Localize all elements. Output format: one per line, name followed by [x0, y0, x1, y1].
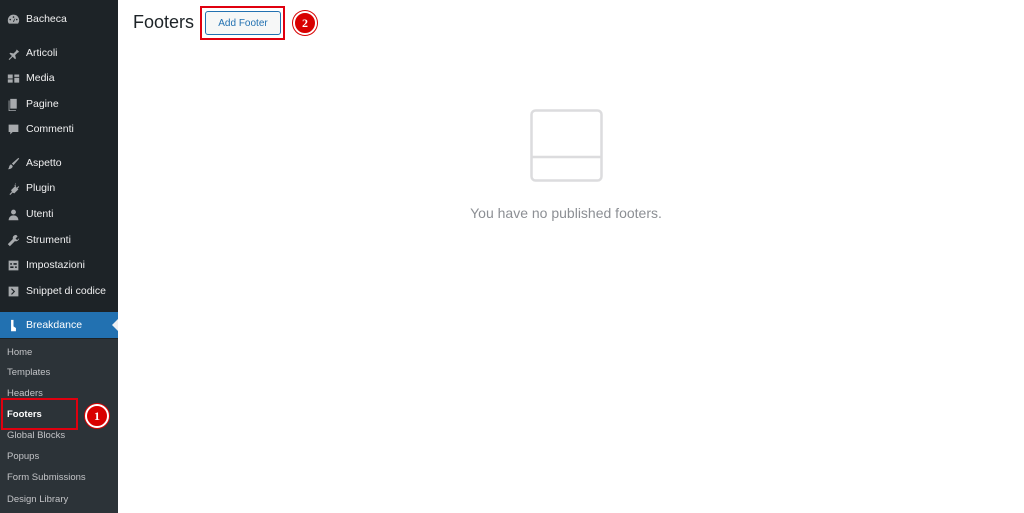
- menu-item-commenti[interactable]: Commenti: [0, 116, 118, 142]
- code-icon: [6, 284, 20, 298]
- footers-highlight-box: [1, 398, 78, 430]
- submenu-item-templates[interactable]: Templates: [7, 365, 50, 381]
- menu-label: Media: [26, 72, 55, 84]
- submenu-item-design-library[interactable]: Design Library: [7, 492, 68, 508]
- comments-icon: [6, 122, 20, 136]
- menu-label: Aspetto: [26, 157, 62, 169]
- menu-item-bacheca[interactable]: Bacheca: [0, 6, 118, 32]
- media-icon: [6, 71, 20, 85]
- menu-label: Utenti: [26, 208, 54, 220]
- pages-icon: [6, 97, 20, 111]
- menu-item-strumenti[interactable]: Strumenti: [0, 227, 118, 253]
- empty-state-message: You have no published footers.: [470, 205, 662, 221]
- step-badge-1: 1: [85, 404, 109, 428]
- pin-icon: [6, 46, 20, 60]
- menu-item-pagine[interactable]: Pagine: [0, 91, 118, 117]
- menu-item-articoli[interactable]: Articoli: [0, 40, 118, 66]
- menu-label: Strumenti: [26, 234, 71, 246]
- menu-label: Pagine: [26, 98, 59, 110]
- submenu-item-form-submissions[interactable]: Form Submissions: [7, 470, 86, 486]
- breakdance-icon: [6, 318, 20, 332]
- menu-label: Plugin: [26, 182, 56, 194]
- submenu-item-popups[interactable]: Popups: [7, 449, 39, 465]
- brush-icon: [6, 156, 20, 170]
- menu-label: Impostazioni: [26, 259, 85, 271]
- menu-item-utenti[interactable]: Utenti: [0, 201, 118, 227]
- submenu-item-global-blocks[interactable]: Global Blocks: [7, 428, 65, 444]
- menu-item-plugin[interactable]: Plugin: [0, 175, 118, 201]
- add-footer-button[interactable]: Add Footer: [205, 11, 281, 35]
- page-title: Footers: [133, 12, 195, 32]
- empty-footer-icon: [530, 109, 603, 182]
- menu-label: Articoli: [26, 47, 58, 59]
- menu-label: Commenti: [26, 123, 74, 135]
- plugin-icon: [6, 181, 20, 195]
- users-icon: [6, 207, 20, 221]
- menu-item-media[interactable]: Media: [0, 65, 118, 91]
- menu-item-breakdance[interactable]: Breakdance: [0, 312, 118, 338]
- admin-sidebar: Bacheca Articoli Media Pagine Commenti A…: [0, 0, 118, 513]
- menu-label: Bacheca: [26, 13, 67, 25]
- submenu-item-home[interactable]: Home: [7, 345, 32, 361]
- wrench-icon: [6, 233, 20, 247]
- menu-label: Breakdance: [26, 319, 83, 331]
- menu-item-snippet[interactable]: Snippet di codice: [0, 278, 118, 304]
- menu-item-aspetto[interactable]: Aspetto: [0, 150, 118, 176]
- settings-icon: [6, 258, 20, 272]
- menu-label: Snippet di codice: [26, 285, 106, 297]
- dashboard-icon: [6, 12, 20, 26]
- step-badge-2: 2: [293, 11, 317, 35]
- menu-item-impostazioni[interactable]: Impostazioni: [0, 252, 118, 278]
